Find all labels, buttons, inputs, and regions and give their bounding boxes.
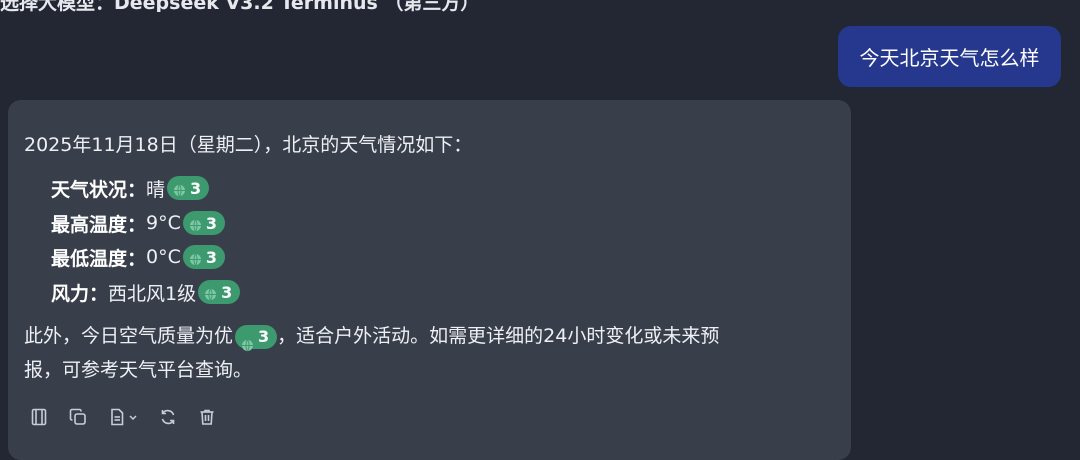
list-item-value: 晴 — [146, 178, 166, 201]
copy-icon — [68, 407, 88, 427]
citation-badge[interactable]: 3 — [198, 280, 241, 304]
min-temperature-item: 最低温度： 0°C 3 — [51, 243, 226, 271]
document-icon — [107, 407, 127, 427]
user-message-text: 今天北京天气怎么样 — [859, 46, 1040, 70]
max-temperature-item: 最高温度： 9°C 3 — [51, 209, 226, 237]
message-action-bar — [26, 404, 233, 430]
summary-line-1: 此外，今日空气质量为优 3 ，适合户外活动。如需更详细的24小时变化或未来预 — [24, 319, 719, 353]
wind-item: 风力： 西北风1级 3 — [51, 278, 241, 306]
regenerate-button[interactable] — [155, 404, 181, 430]
citation-count: 3 — [221, 282, 233, 302]
list-item-label: 最低温度： — [51, 247, 147, 270]
citation-badge[interactable]: 3 — [182, 211, 226, 235]
citation-count: 3 — [205, 247, 218, 267]
delete-button[interactable] — [194, 404, 220, 430]
globe-icon — [204, 286, 217, 300]
globe-icon — [189, 217, 202, 231]
refresh-icon — [158, 407, 178, 427]
assistant-message-bubble: 2025年11月18日（星期二），北京的天气情况如下： 天气状况： 晴 3 最高… — [8, 100, 851, 460]
user-message-bubble: 今天北京天气怎么样 — [838, 26, 1061, 87]
summary-after: ，适合户外活动。如需更详细的24小时变化或未来预 — [277, 325, 720, 347]
citation-badge[interactable]: 3 — [167, 176, 210, 200]
globe-icon — [241, 330, 254, 352]
trash-icon — [197, 407, 217, 427]
list-item-label: 风力： — [51, 282, 109, 305]
summary-before: 此外，今日空气质量为优 — [24, 325, 234, 347]
copy-button[interactable] — [65, 404, 91, 430]
read-aloud-button[interactable] — [26, 404, 52, 430]
list-item-value: 西北风1级 — [108, 282, 197, 305]
globe-icon — [189, 251, 202, 265]
citation-count: 3 — [205, 213, 218, 233]
citation-count: 3 — [190, 178, 202, 198]
assistant-summary-text: 此外，今日空气质量为优 3 ，适合户外活动。如需更详细的24小时变化或未来预 报，可… — [24, 319, 719, 387]
summary-line-2: 报，可参考天气平台查询。 — [24, 359, 253, 381]
weather-condition-item: 天气状况： 晴 3 — [51, 174, 210, 202]
export-dropdown-button[interactable] — [104, 404, 142, 430]
citation-count: 3 — [258, 326, 270, 346]
list-item-value: 0°C — [146, 246, 181, 268]
list-item-label: 天气状况： — [51, 178, 147, 201]
chevron-down-icon — [127, 411, 139, 423]
globe-icon — [173, 182, 186, 196]
citation-badge[interactable]: 3 — [182, 245, 226, 269]
list-item-label: 最高温度： — [51, 213, 147, 236]
assistant-intro-text: 2025年11月18日（星期二），北京的天气情况如下： — [24, 134, 473, 156]
model-selector-title: 选择大模型：Deepseek V3.2 Terminus （第三方） — [0, 0, 480, 12]
list-item-value: 9°C — [146, 212, 181, 234]
book-icon — [29, 407, 49, 427]
citation-badge[interactable]: 3 — [235, 324, 278, 352]
